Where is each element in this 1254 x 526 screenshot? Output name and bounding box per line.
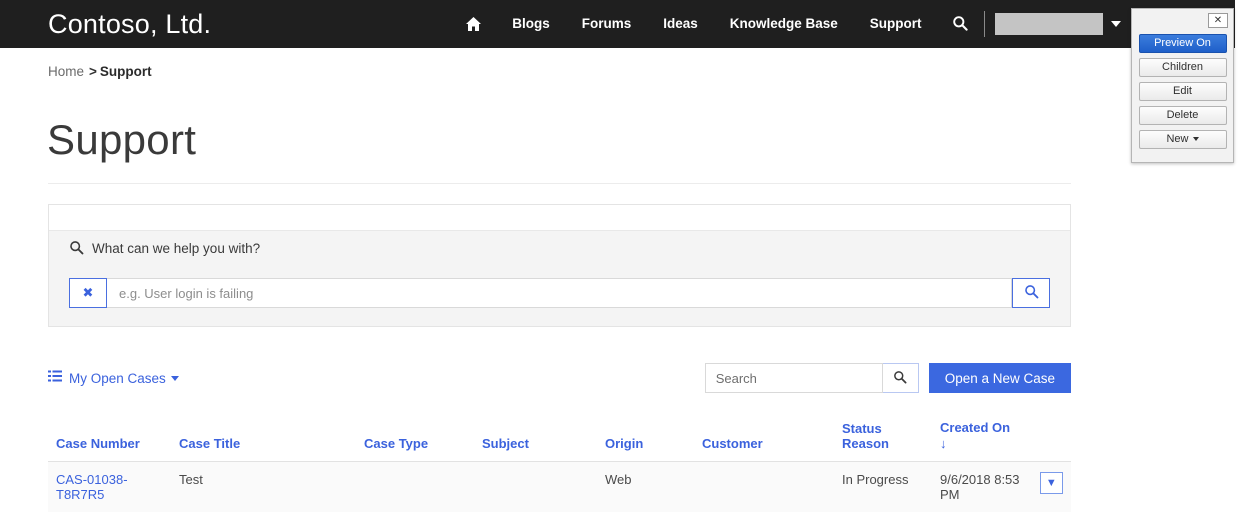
sort-descending-icon: ↓ (940, 436, 947, 451)
breadcrumb-home-link[interactable]: Home (48, 64, 84, 79)
top-navbar: Contoso, Ltd. Blogs Forums Ideas Knowled… (0, 0, 1235, 48)
user-name-redacted (994, 13, 1103, 35)
nav-search-button[interactable] (938, 15, 982, 34)
column-label: Case Type (364, 436, 429, 451)
table-header-row: Case Number Case Title Case Type Subject… (48, 414, 1071, 462)
column-header-status-reason[interactable]: Status Reason (834, 414, 932, 462)
column-label: Origin (605, 436, 644, 451)
column-label: Created On (940, 420, 1011, 435)
cms-edit-button[interactable]: Edit (1138, 82, 1227, 101)
cms-edit-panel: ✕ Preview On Children Edit Delete New (1131, 8, 1234, 163)
nav-item-blogs[interactable]: Blogs (496, 0, 566, 48)
search-icon (1024, 284, 1039, 302)
panel-top-strip (49, 205, 1070, 230)
column-header-case-number[interactable]: Case Number (48, 414, 171, 462)
search-icon (893, 370, 907, 387)
site-brand[interactable]: Contoso, Ltd. (48, 9, 211, 40)
cell-customer (694, 461, 834, 512)
chevron-down-icon (170, 375, 179, 381)
user-menu[interactable] (994, 13, 1121, 35)
column-label: Case Number (56, 436, 140, 451)
cms-preview-toggle-button[interactable]: Preview On (1138, 34, 1227, 53)
column-header-created-on[interactable]: Created On ↓ (932, 414, 1071, 462)
case-view-label: My Open Cases (69, 370, 166, 386)
nav-item-support[interactable]: Support (854, 0, 938, 48)
page-title: Support (47, 116, 197, 163)
cell-subject (474, 461, 597, 512)
knowledge-search-input[interactable] (107, 278, 1012, 308)
panel-search-row: ✖ (49, 266, 1070, 326)
knowledge-search-panel: What can we help you with? ✖ (48, 204, 1071, 327)
breadcrumb: Home > Support (48, 64, 152, 79)
cases-search-button[interactable] (882, 363, 919, 393)
cases-toolbar-right: Open a New Case (704, 363, 1071, 393)
case-view-selector[interactable]: My Open Cases (48, 370, 179, 386)
panel-heading-bar: What can we help you with? (49, 230, 1070, 266)
cases-search-input[interactable] (704, 363, 883, 393)
created-on-value: 9/6/2018 8:53 PM (940, 472, 1020, 502)
cms-delete-button[interactable]: Delete (1138, 106, 1227, 125)
chevron-down-icon (1192, 137, 1199, 142)
breadcrumb-current: Support (99, 64, 152, 79)
nav-home-link[interactable] (451, 16, 496, 32)
cell-case-title: Test (171, 461, 356, 512)
cell-status-reason: In Progress (834, 461, 932, 512)
cases-table: Case Number Case Title Case Type Subject… (48, 414, 1071, 512)
cell-case-number: CAS-01038-T8R7R5 (48, 461, 171, 512)
list-icon (48, 370, 62, 386)
table-row[interactable]: CAS-01038-T8R7R5 Test Web In Progress 9/… (48, 461, 1071, 512)
nav-divider (983, 11, 985, 37)
knowledge-search-submit[interactable] (1012, 278, 1050, 308)
search-icon (952, 15, 968, 34)
case-number-link[interactable]: CAS-01038-T8R7R5 (56, 472, 128, 502)
open-new-case-button[interactable]: Open a New Case (928, 363, 1071, 393)
title-divider (48, 183, 1071, 184)
column-label: Subject (482, 436, 529, 451)
nav-item-knowledge-base[interactable]: Knowledge Base (714, 0, 854, 48)
column-header-origin[interactable]: Origin (597, 414, 694, 462)
cell-created-on: 9/6/2018 8:53 PM ▼ (932, 461, 1071, 512)
nav-item-forums[interactable]: Forums (566, 0, 648, 48)
column-label: Customer (702, 436, 763, 451)
search-icon (69, 240, 84, 258)
cases-toolbar: My Open Cases Open a New Case (48, 362, 1071, 394)
column-header-subject[interactable]: Subject (474, 414, 597, 462)
cell-case-type (356, 461, 474, 512)
clear-search-button[interactable]: ✖ (69, 278, 107, 308)
breadcrumb-separator: > (89, 64, 97, 79)
chevron-down-icon (1110, 21, 1121, 27)
row-actions-menu-button[interactable]: ▼ (1039, 472, 1063, 494)
cms-children-button[interactable]: Children (1138, 58, 1227, 77)
cms-new-button[interactable]: New (1138, 130, 1227, 149)
panel-heading-label: What can we help you with? (92, 241, 261, 256)
cell-origin: Web (597, 461, 694, 512)
column-label: Status Reason (842, 421, 889, 451)
column-header-customer[interactable]: Customer (694, 414, 834, 462)
column-header-case-type[interactable]: Case Type (356, 414, 474, 462)
nav-item-ideas[interactable]: Ideas (647, 0, 714, 48)
close-icon[interactable]: ✕ (1208, 13, 1228, 28)
column-label: Case Title (179, 436, 241, 451)
primary-nav: Blogs Forums Ideas Knowledge Base Suppor… (451, 0, 1121, 48)
cms-panel-titlebar: ✕ (1137, 13, 1228, 28)
close-icon: ✖ (82, 285, 94, 300)
cms-new-label: New (1166, 133, 1189, 145)
column-header-case-title[interactable]: Case Title (171, 414, 356, 462)
home-icon (465, 16, 482, 32)
